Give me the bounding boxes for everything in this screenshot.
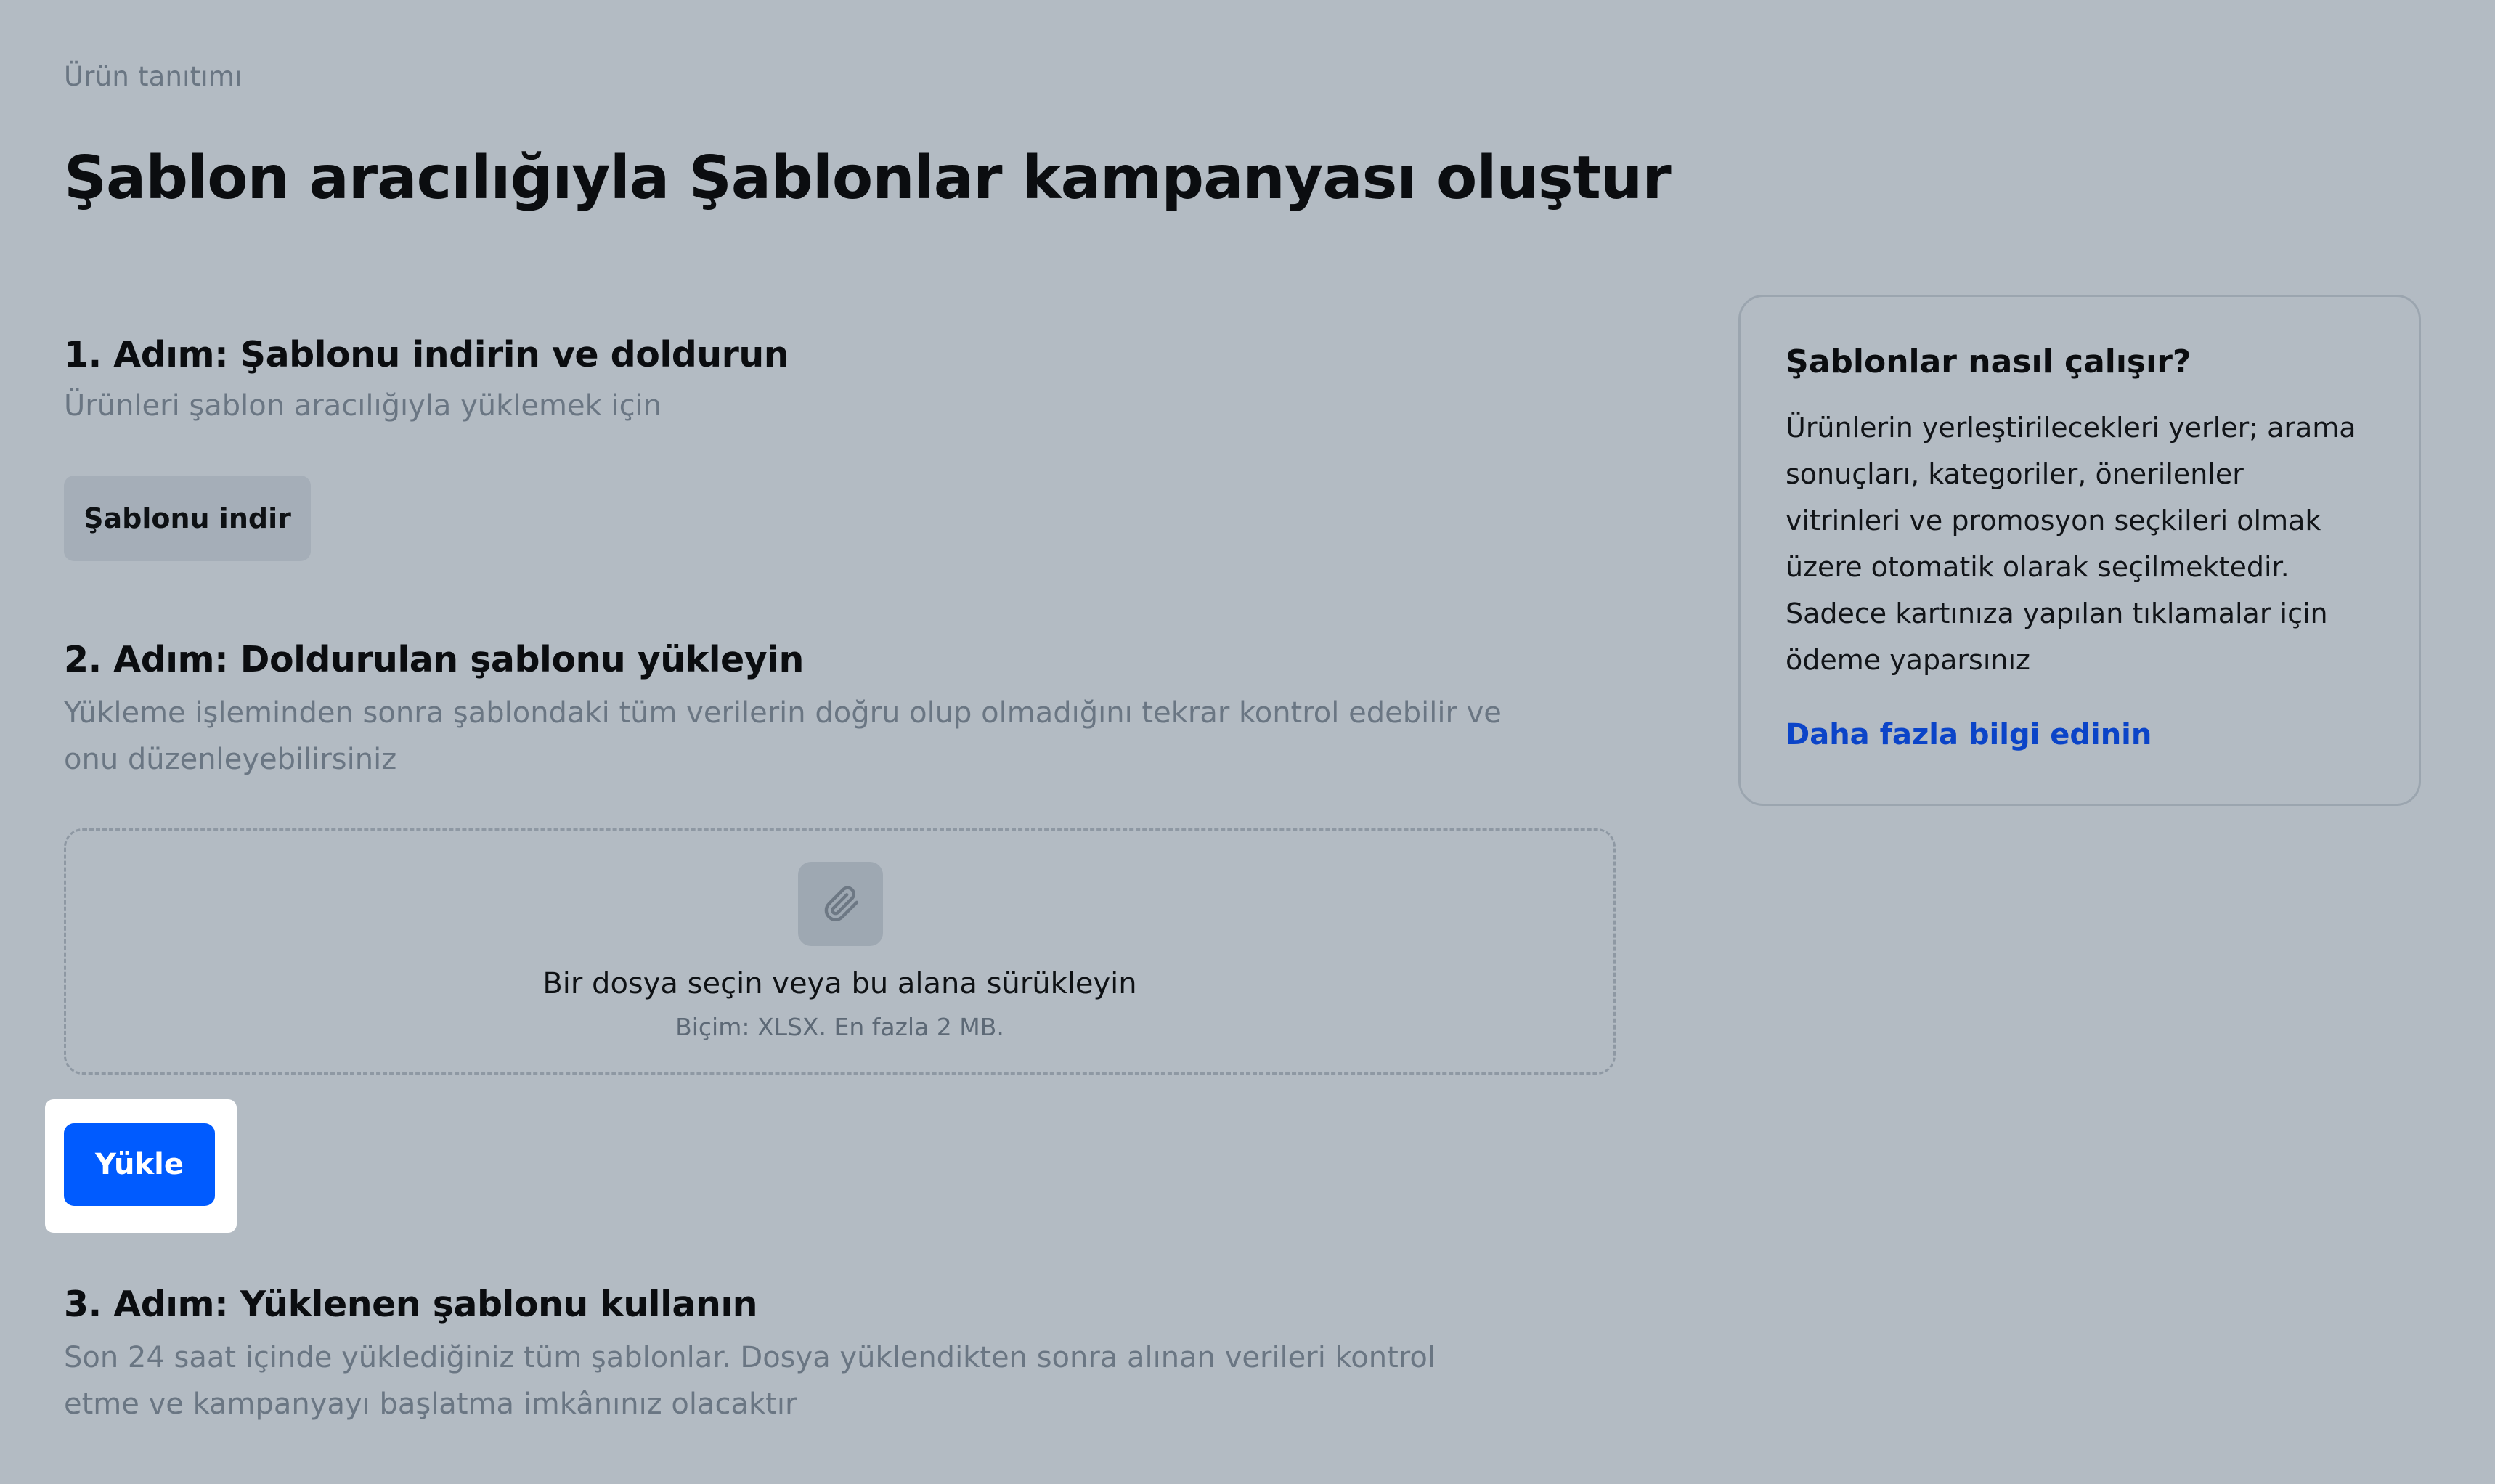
info-card: Şablonlar nasıl çalışır? Ürünlerin yerle… — [1738, 295, 2421, 806]
step1-description: Ürünleri şablon aracılığıyla yüklemek iç… — [64, 389, 662, 423]
upload-button[interactable]: Yükle — [64, 1123, 215, 1206]
paperclip-icon — [798, 862, 883, 946]
dropzone-main-text: Bir dosya seçin veya bu alana sürükleyin — [542, 967, 1137, 1000]
learn-more-link[interactable]: Daha fazla bilgi edinin — [1786, 718, 2152, 751]
info-card-text: Ürünlerin yerleştirilecekleri yerler; ar… — [1786, 412, 2356, 676]
file-dropzone[interactable]: Bir dosya seçin veya bu alana sürükleyin… — [64, 828, 1616, 1075]
page-title: Şablon aracılığıyla Şablonlar kampanyası… — [64, 144, 1672, 213]
info-card-title: Şablonlar nasıl çalışır? — [1786, 343, 2191, 380]
step2-title: 2. Adım: Doldurulan şablonu yükleyin — [64, 639, 804, 680]
download-template-button[interactable]: Şablonu indir — [64, 476, 311, 561]
breadcrumb[interactable]: Ürün tanıtımı — [64, 61, 243, 92]
step1-title: 1. Adım: Şablonu indirin ve doldurun — [64, 334, 789, 375]
step3-description: Son 24 saat içinde yüklediğiniz tüm şabl… — [64, 1341, 1436, 1421]
dropzone-format-hint: Biçim: XLSX. En fazla 2 MB. — [675, 1013, 1004, 1041]
step3-title: 3. Adım: Yüklenen şablonu kullanın — [64, 1284, 758, 1325]
step2-description: Yükleme işleminden sonra şablondaki tüm … — [64, 696, 1502, 776]
